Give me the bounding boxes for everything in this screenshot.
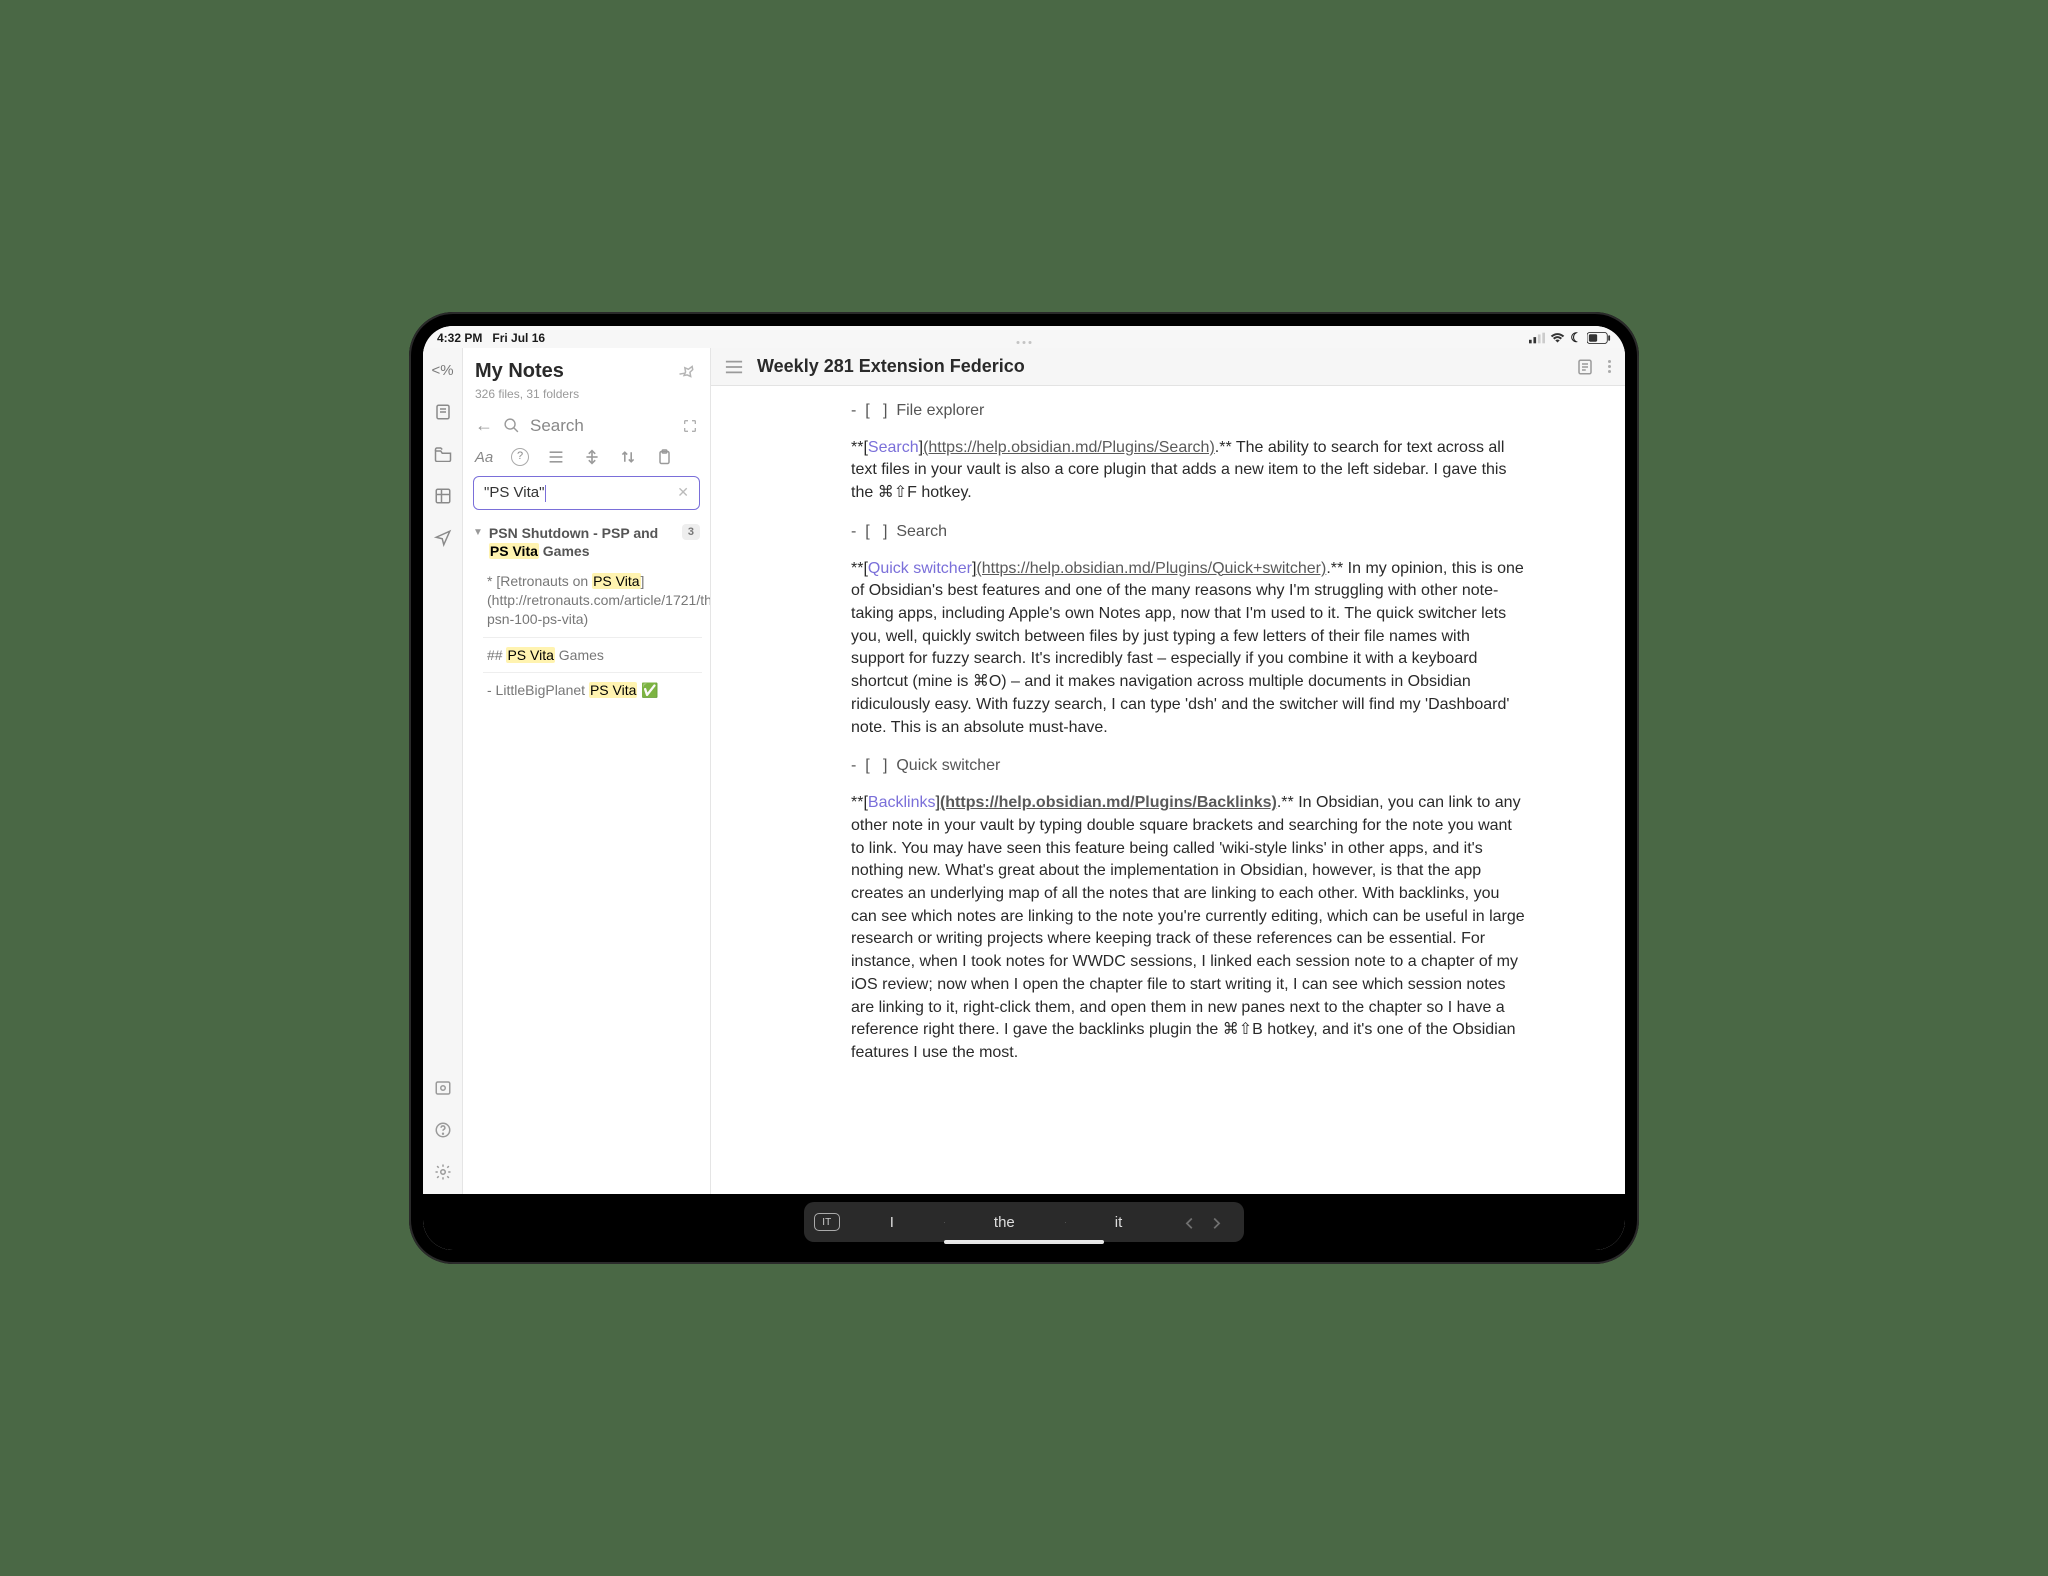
rail-settings-icon[interactable] [433, 1162, 453, 1182]
status-date: Fri Jul 16 [492, 331, 545, 345]
redo-icon[interactable] [1210, 1215, 1224, 1229]
left-rail: <% [423, 348, 463, 1194]
suggestion-bar: IT I the it [804, 1202, 1245, 1242]
editor-toolbar: Weekly 281 Extension Federico [711, 348, 1625, 386]
undo-icon[interactable] [1182, 1215, 1196, 1229]
rail-help-icon[interactable] [433, 1120, 453, 1140]
link-qs-url[interactable]: (https://help.obsidian.md/Plugins/Quick+… [976, 560, 1326, 577]
chevron-down-icon: ▼ [473, 524, 483, 538]
suggestion[interactable]: I [840, 1214, 944, 1231]
cell-signal-icon [1529, 332, 1545, 344]
preview-icon[interactable] [1576, 358, 1594, 376]
ipad-frame: 4:32 PM Fri Jul 16 ☾ <% [409, 312, 1639, 1264]
search-input[interactable]: "PS Vita" ✕ [473, 476, 700, 510]
result-title: PSN Shutdown - PSP and PS Vita Games [489, 524, 676, 560]
home-indicator[interactable] [944, 1240, 1104, 1244]
collapse-icon[interactable] [583, 448, 601, 466]
grab-handle-icon[interactable] [1017, 341, 1032, 344]
list-icon[interactable] [547, 448, 565, 466]
editor-pane: Weekly 281 Extension Federico - [ ] File… [711, 348, 1625, 1194]
keyboard-lang-button[interactable]: IT [814, 1213, 840, 1231]
status-right: ☾ [1529, 330, 1611, 346]
result-match[interactable]: ## PS Vita Games [483, 638, 702, 674]
battery-icon [1587, 332, 1611, 344]
search-toolbar: Aa ? [463, 440, 710, 476]
result-count: 3 [682, 524, 700, 540]
clear-icon[interactable]: ✕ [677, 484, 689, 501]
paragraph: **[Backlinks](https://help.obsidian.md/P… [851, 792, 1525, 1065]
wifi-icon [1550, 332, 1565, 344]
paragraph: **[Search](https://help.obsidian.md/Plug… [851, 437, 1525, 505]
link-bl-url[interactable]: (https://help.obsidian.md/Plugins/Backli… [940, 794, 1277, 811]
status-left: 4:32 PM Fri Jul 16 [437, 331, 545, 345]
sort-icon[interactable] [619, 448, 637, 466]
task-item: - [ ] File explorer [851, 400, 1525, 423]
result-match[interactable]: - LittleBigPlanet PS Vita ✅ [483, 673, 702, 708]
status-bar: 4:32 PM Fri Jul 16 ☾ [423, 326, 1625, 348]
search-results: ▼ PSN Shutdown - PSP and PS Vita Games 3… [463, 520, 710, 709]
editor-content[interactable]: - [ ] File explorer **[Search](https://h… [711, 386, 1625, 1194]
rail-archive-icon[interactable] [433, 1078, 453, 1098]
vault-subtitle: 326 files, 31 folders [475, 387, 579, 401]
status-time: 4:32 PM [437, 331, 482, 345]
paragraph: **[Quick switcher](https://help.obsidian… [851, 558, 1525, 740]
search-value: "PS Vita" [484, 484, 544, 501]
expand-icon[interactable] [682, 418, 698, 434]
note-title: Weekly 281 Extension Federico [757, 356, 1562, 377]
search-heading: Search [530, 416, 672, 436]
rail-note-icon[interactable] [433, 402, 453, 422]
rail-send-icon[interactable] [433, 528, 453, 548]
rail-template-icon[interactable]: <% [433, 360, 453, 380]
link-backlinks[interactable]: Backlinks [868, 794, 936, 811]
result-match[interactable]: * [Retronauts on PS Vita](http://retrona… [483, 564, 702, 638]
search-icon[interactable] [503, 417, 520, 434]
link-search[interactable]: Search [868, 439, 919, 456]
link-quick-switcher[interactable]: Quick switcher [868, 560, 972, 577]
vault-title: My Notes [475, 360, 579, 383]
sidebar: My Notes 326 files, 31 folders ← Search [463, 348, 711, 1194]
dnd-icon: ☾ [1570, 330, 1582, 346]
task-item: - [ ] Quick switcher [851, 755, 1525, 778]
task-item: - [ ] Search [851, 521, 1525, 544]
regex-help-icon[interactable]: ? [511, 448, 529, 466]
rail-table-icon[interactable] [433, 486, 453, 506]
screen: 4:32 PM Fri Jul 16 ☾ <% [423, 326, 1625, 1250]
suggestion[interactable]: it [1065, 1214, 1173, 1231]
clipboard-icon[interactable] [655, 448, 673, 466]
result-file[interactable]: ▼ PSN Shutdown - PSP and PS Vita Games 3 [471, 520, 702, 564]
pin-icon[interactable] [675, 357, 702, 385]
menu-icon[interactable] [725, 360, 743, 374]
rail-files-icon[interactable] [433, 444, 453, 464]
suggestion[interactable]: the [944, 1214, 1065, 1231]
more-icon[interactable] [1608, 360, 1611, 373]
back-icon[interactable]: ← [475, 415, 493, 436]
link-search-url[interactable]: (https://help.obsidian.md/Plugins/Search… [923, 439, 1215, 456]
case-icon[interactable]: Aa [475, 448, 493, 466]
app-body: <% [423, 348, 1625, 1194]
